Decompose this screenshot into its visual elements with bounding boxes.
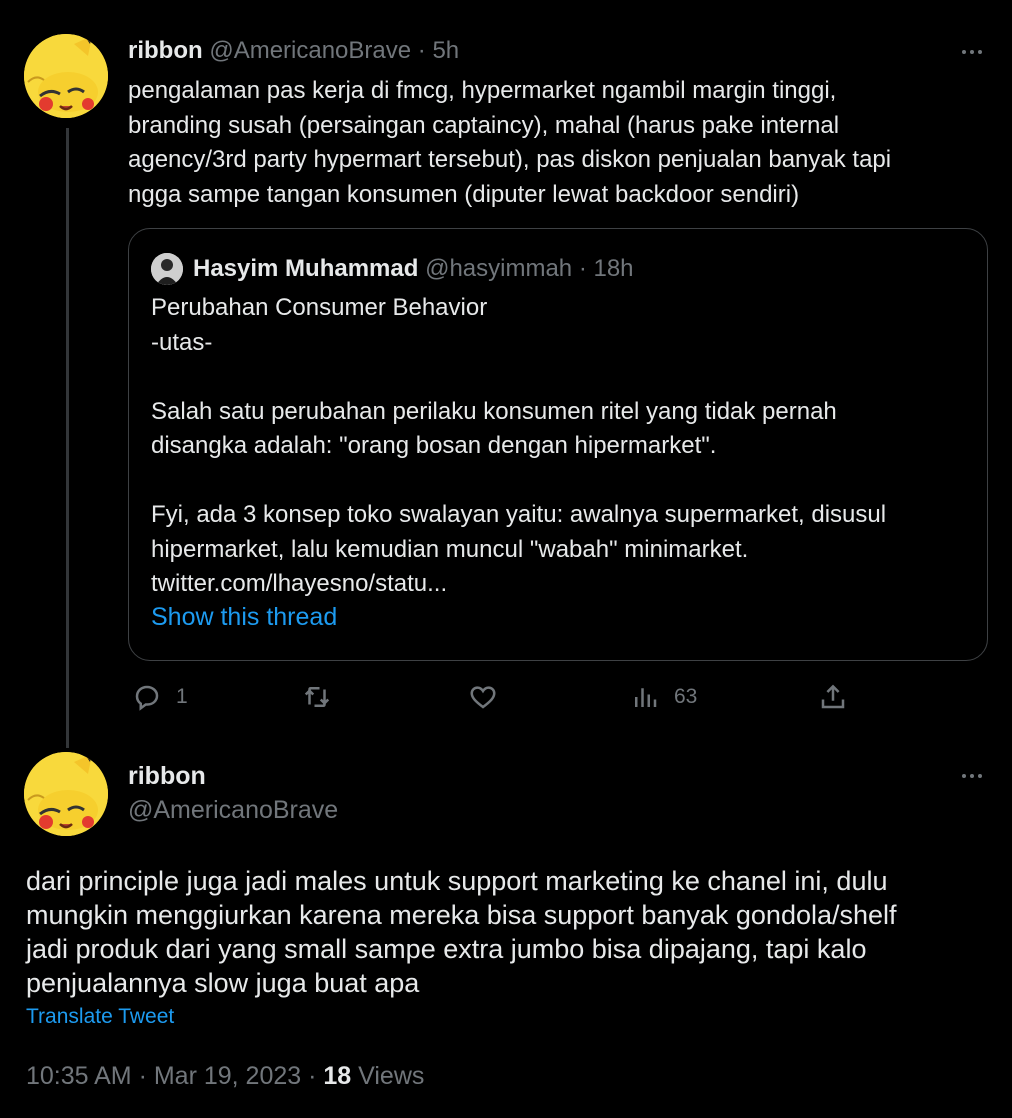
tweet-text-line: agency/3rd party hypermart tersebut), pa… (128, 146, 892, 173)
quoted-text-line: Perubahan Consumer Behavior (151, 294, 488, 321)
tweet-text-line: dari principle juga jadi males untuk sup… (26, 866, 888, 896)
user-handle[interactable]: @AmericanoBrave (209, 37, 411, 64)
quoted-text-line: disangka adalah: "orang bosan dengan hip… (151, 432, 717, 459)
quoted-tweet-card[interactable]: Hasyim Muhammad @hasyimmah · 18h Perubah… (128, 228, 988, 661)
quoted-display-name: Hasyim Muhammad (193, 255, 419, 282)
like-button[interactable] (468, 682, 512, 712)
reply-button[interactable]: 1 (132, 682, 188, 712)
views-label: Views (351, 1062, 425, 1090)
tweet-text: pengalaman pas kerja di fmcg, hypermarke… (128, 74, 998, 212)
retweet-icon (304, 687, 330, 707)
tweet-text-line: mungkin menggiurkan karena mereka bisa s… (26, 900, 897, 930)
translate-tweet-link[interactable]: Translate Tweet (26, 1005, 174, 1029)
quoted-tweet-header: Hasyim Muhammad @hasyimmah · 18h (151, 253, 634, 285)
tweet-text-line: branding susah (persaingan captaincy), m… (128, 111, 840, 139)
quoted-text-line: Fyi, ada 3 konsep toko swalayan yaitu: a… (151, 501, 887, 528)
more-options-icon[interactable] (962, 50, 982, 54)
display-name[interactable]: ribbon (128, 37, 203, 64)
tweet-time[interactable]: 5h (432, 37, 459, 64)
views-button[interactable]: 63 (630, 682, 697, 712)
pikachu-avatar-icon (24, 752, 108, 836)
quoted-avatar (151, 253, 183, 285)
separator-dot: · (572, 255, 594, 282)
avatar[interactable] (24, 752, 108, 836)
tweet-text-line: ngga sampe tangan konsumen (diputer lewa… (128, 180, 800, 208)
user-handle[interactable]: @AmericanoBrave (128, 796, 338, 825)
show-thread-link[interactable]: Show this thread (151, 603, 337, 632)
quoted-user-handle: @hasyimmah (425, 255, 573, 282)
share-button[interactable] (818, 682, 848, 712)
tweet-text-line: jadi produk dari yang small sampe extra … (26, 934, 867, 964)
quoted-link-text[interactable]: twitter.com/lhayesno/statu... (151, 567, 981, 602)
quoted-tweet-text: Perubahan Consumer Behavior -utas- Salah… (151, 291, 981, 602)
person-avatar-icon (151, 253, 183, 285)
tweet-text: dari principle juga jadi males untuk sup… (26, 864, 986, 1000)
tweet-thread-view: ribbon @AmericanoBrave · 5h pengalaman p… (0, 0, 1012, 1118)
quoted-text-line: Salah satu perubahan perilaku konsumen r… (151, 397, 837, 425)
share-icon (821, 684, 845, 709)
tweet-text-line: penjualannya slow juga buat apa (26, 968, 420, 998)
tweet-metadata: 10:35 AM · Mar 19, 2023 · 18 Views (26, 1062, 424, 1091)
avatar[interactable] (24, 34, 108, 118)
retweet-button[interactable] (302, 682, 346, 712)
quoted-text-line: -utas- (151, 328, 213, 356)
heart-icon (470, 686, 496, 709)
views-count: 18 (323, 1062, 352, 1090)
display-name[interactable]: ribbon (128, 762, 206, 791)
tweet-text-line: pengalaman pas kerja di fmcg, hypermarke… (128, 77, 837, 104)
views-count: 63 (674, 685, 698, 708)
thread-connector-line (66, 128, 69, 748)
pikachu-avatar-icon (24, 34, 108, 118)
separator-dot: · (417, 37, 426, 64)
quoted-text-line: hipermarket, lalu kemudian muncul "wabah… (151, 535, 749, 563)
analytics-icon (635, 688, 657, 707)
reply-count: 1 (176, 685, 188, 708)
reply-icon (135, 685, 159, 711)
tweet-header: ribbon @AmericanoBrave · 5h (128, 36, 459, 66)
tweet-timestamp[interactable]: 10:35 AM · Mar 19, 2023 · (26, 1062, 323, 1090)
quoted-tweet-time: 18h (593, 255, 634, 282)
more-options-icon[interactable] (962, 774, 982, 778)
